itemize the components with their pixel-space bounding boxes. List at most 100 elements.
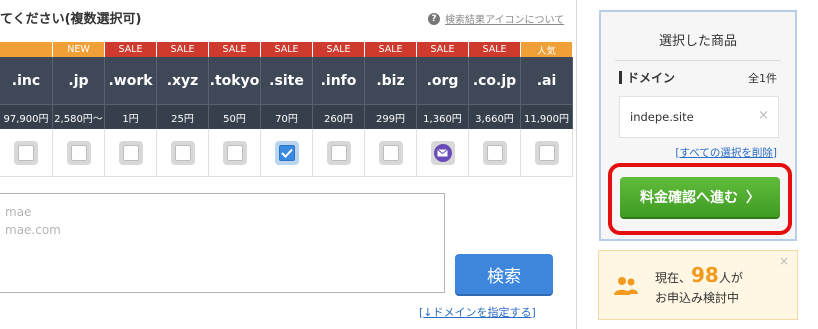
close-icon[interactable]: × bbox=[779, 254, 789, 268]
envelope-icon bbox=[433, 143, 452, 162]
checkbox-box bbox=[330, 144, 347, 161]
tld-badge: NEW bbox=[53, 42, 105, 57]
checkbox-box bbox=[538, 144, 555, 161]
clear-all-link[interactable]: [すべての選択を削除] bbox=[675, 145, 777, 160]
tld-checkbox[interactable] bbox=[534, 140, 559, 165]
viewer-count: 98 bbox=[691, 263, 719, 287]
confirm-button-label: 料金確認へ進む bbox=[640, 190, 738, 206]
tld-price: 50円 bbox=[209, 104, 261, 129]
tld-checkbox[interactable] bbox=[482, 140, 507, 165]
chevron-right-icon: 〉 bbox=[746, 190, 760, 206]
bracket-close: ] bbox=[772, 147, 777, 159]
question-icon: ? bbox=[428, 12, 440, 25]
tld-price: 3,660円 bbox=[469, 104, 521, 129]
tld-checkbox[interactable] bbox=[66, 140, 91, 165]
placeholder-line-2: mae.com bbox=[5, 223, 61, 237]
tld-checkbox[interactable] bbox=[222, 140, 247, 165]
tld-price: 260円 bbox=[313, 104, 365, 129]
checkbox-box bbox=[70, 144, 87, 161]
notice-prefix: 現在、 bbox=[655, 271, 692, 285]
checkbox-box bbox=[486, 144, 503, 161]
domain-section-label: ドメイン bbox=[619, 69, 675, 86]
tld-checkbox-cell bbox=[521, 129, 573, 177]
checkbox-box bbox=[18, 144, 34, 161]
tld-name: .xyz bbox=[157, 57, 209, 104]
tld-badge: SALE bbox=[209, 42, 261, 57]
column-divider bbox=[576, 0, 577, 329]
result-icon-help-link[interactable]: ? 検索結果アイコンについて bbox=[428, 11, 564, 26]
tld-badge: SALE bbox=[417, 42, 469, 57]
tld-checkbox-cell bbox=[469, 129, 521, 177]
tld-price: 11,900円 bbox=[521, 104, 573, 129]
domain-textarea[interactable]: mae mae.com bbox=[0, 193, 445, 293]
tld-price: 70円 bbox=[261, 104, 313, 129]
tld-checkbox-cell bbox=[157, 129, 209, 177]
tld-checkbox-cell bbox=[313, 129, 365, 177]
tld-name: .info bbox=[313, 57, 365, 104]
tld-checkbox-cell bbox=[105, 129, 157, 177]
tld-price: 97,900円 bbox=[0, 104, 53, 129]
tld-badge: SALE bbox=[469, 42, 521, 57]
tld-checkbox[interactable] bbox=[118, 140, 143, 165]
tld-checkbox[interactable] bbox=[326, 140, 351, 165]
tld-checkbox[interactable] bbox=[170, 140, 195, 165]
tld-badge: SALE bbox=[313, 42, 365, 57]
domain-label-text: ドメイン bbox=[627, 71, 676, 85]
confirm-price-button[interactable]: 料金確認へ進む 〉 bbox=[620, 177, 780, 217]
search-button[interactable]: 検索 bbox=[455, 254, 553, 294]
tld-price: 1円 bbox=[105, 104, 157, 129]
notice-line-1: 現在、98人が bbox=[655, 263, 743, 287]
tld-name: .site bbox=[261, 57, 313, 104]
people-icon bbox=[613, 275, 639, 301]
search-results-area: てください(複数選択可) ? 検索結果アイコンについて NEW SALE SALE S… bbox=[0, 0, 577, 329]
help-link-label: 検索結果アイコンについて bbox=[445, 15, 565, 26]
notice-suffix: 人が bbox=[718, 271, 743, 285]
tld-name: .jp bbox=[53, 57, 105, 104]
tld-inquiry-mail-icon[interactable] bbox=[430, 140, 455, 165]
tld-table: NEW SALE SALE SALE SALE SALE SALE SALE SALE 人気 .i… bbox=[0, 42, 577, 177]
tld-name: .tokyo bbox=[209, 57, 261, 104]
confirm-highlight-frame: 料金確認へ進む 〉 bbox=[608, 163, 792, 235]
tld-checkbox[interactable] bbox=[274, 140, 299, 165]
checkbox-box bbox=[382, 144, 399, 161]
tld-price-row: 97,900円 2,580円〜 1円 25円 50円 70円 260円 299円 1,360円 3… bbox=[0, 104, 577, 129]
remove-icon[interactable]: × bbox=[758, 108, 769, 123]
panel-title: 選択した商品 bbox=[658, 34, 737, 49]
tld-badge: SALE bbox=[157, 42, 209, 57]
tld-badge: SALE bbox=[105, 42, 157, 57]
tld-checkbox-cell bbox=[53, 129, 105, 177]
tld-name: .ai bbox=[521, 57, 573, 104]
placeholder-line-1: mae bbox=[5, 205, 32, 219]
tld-badge bbox=[0, 42, 53, 57]
tld-checkbox[interactable] bbox=[378, 140, 403, 165]
tld-checkbox[interactable] bbox=[14, 140, 38, 165]
tld-price: 1,360円 bbox=[417, 104, 469, 129]
checkmark-icon bbox=[278, 144, 295, 161]
checkbox-box bbox=[226, 144, 243, 161]
tld-checkbox-cell bbox=[209, 129, 261, 177]
section-bar-icon bbox=[619, 71, 622, 84]
popularity-notice: 現在、98人が お申込み検討中 × bbox=[598, 250, 798, 320]
tld-checkbox-cell bbox=[417, 129, 469, 177]
bracket-close: ] bbox=[531, 306, 536, 319]
tld-name: .inc bbox=[0, 57, 53, 104]
selected-domain-name: indepe.site bbox=[630, 110, 694, 124]
badge-row: NEW SALE SALE SALE SALE SALE SALE SALE SALE 人気 bbox=[0, 42, 577, 57]
selected-domain-item: indepe.site × bbox=[619, 96, 779, 138]
tld-name: .co.jp bbox=[469, 57, 521, 104]
tld-name: .org bbox=[417, 57, 469, 104]
clear-all-label: すべての選択を削除 bbox=[679, 147, 773, 159]
specify-domain-link[interactable]: [↓ドメインを指定する] bbox=[419, 304, 536, 320]
tld-checkbox-cell bbox=[261, 129, 313, 177]
notice-line-2: お申込み検討中 bbox=[655, 291, 740, 305]
tld-checkbox-cell bbox=[0, 129, 53, 177]
tld-badge: SALE bbox=[365, 42, 417, 57]
item-count: 全1件 bbox=[748, 72, 777, 85]
tld-badge: SALE bbox=[261, 42, 313, 57]
panel-divider bbox=[615, 60, 781, 61]
tld-checkbox-row bbox=[0, 129, 577, 177]
tld-price: 299円 bbox=[365, 104, 417, 129]
page-heading: てください(複数選択可) bbox=[0, 12, 142, 27]
tld-badge: 人気 bbox=[521, 42, 573, 57]
tld-name-row: .inc .jp .work .xyz .tokyo .site .info .biz .org… bbox=[0, 57, 577, 104]
